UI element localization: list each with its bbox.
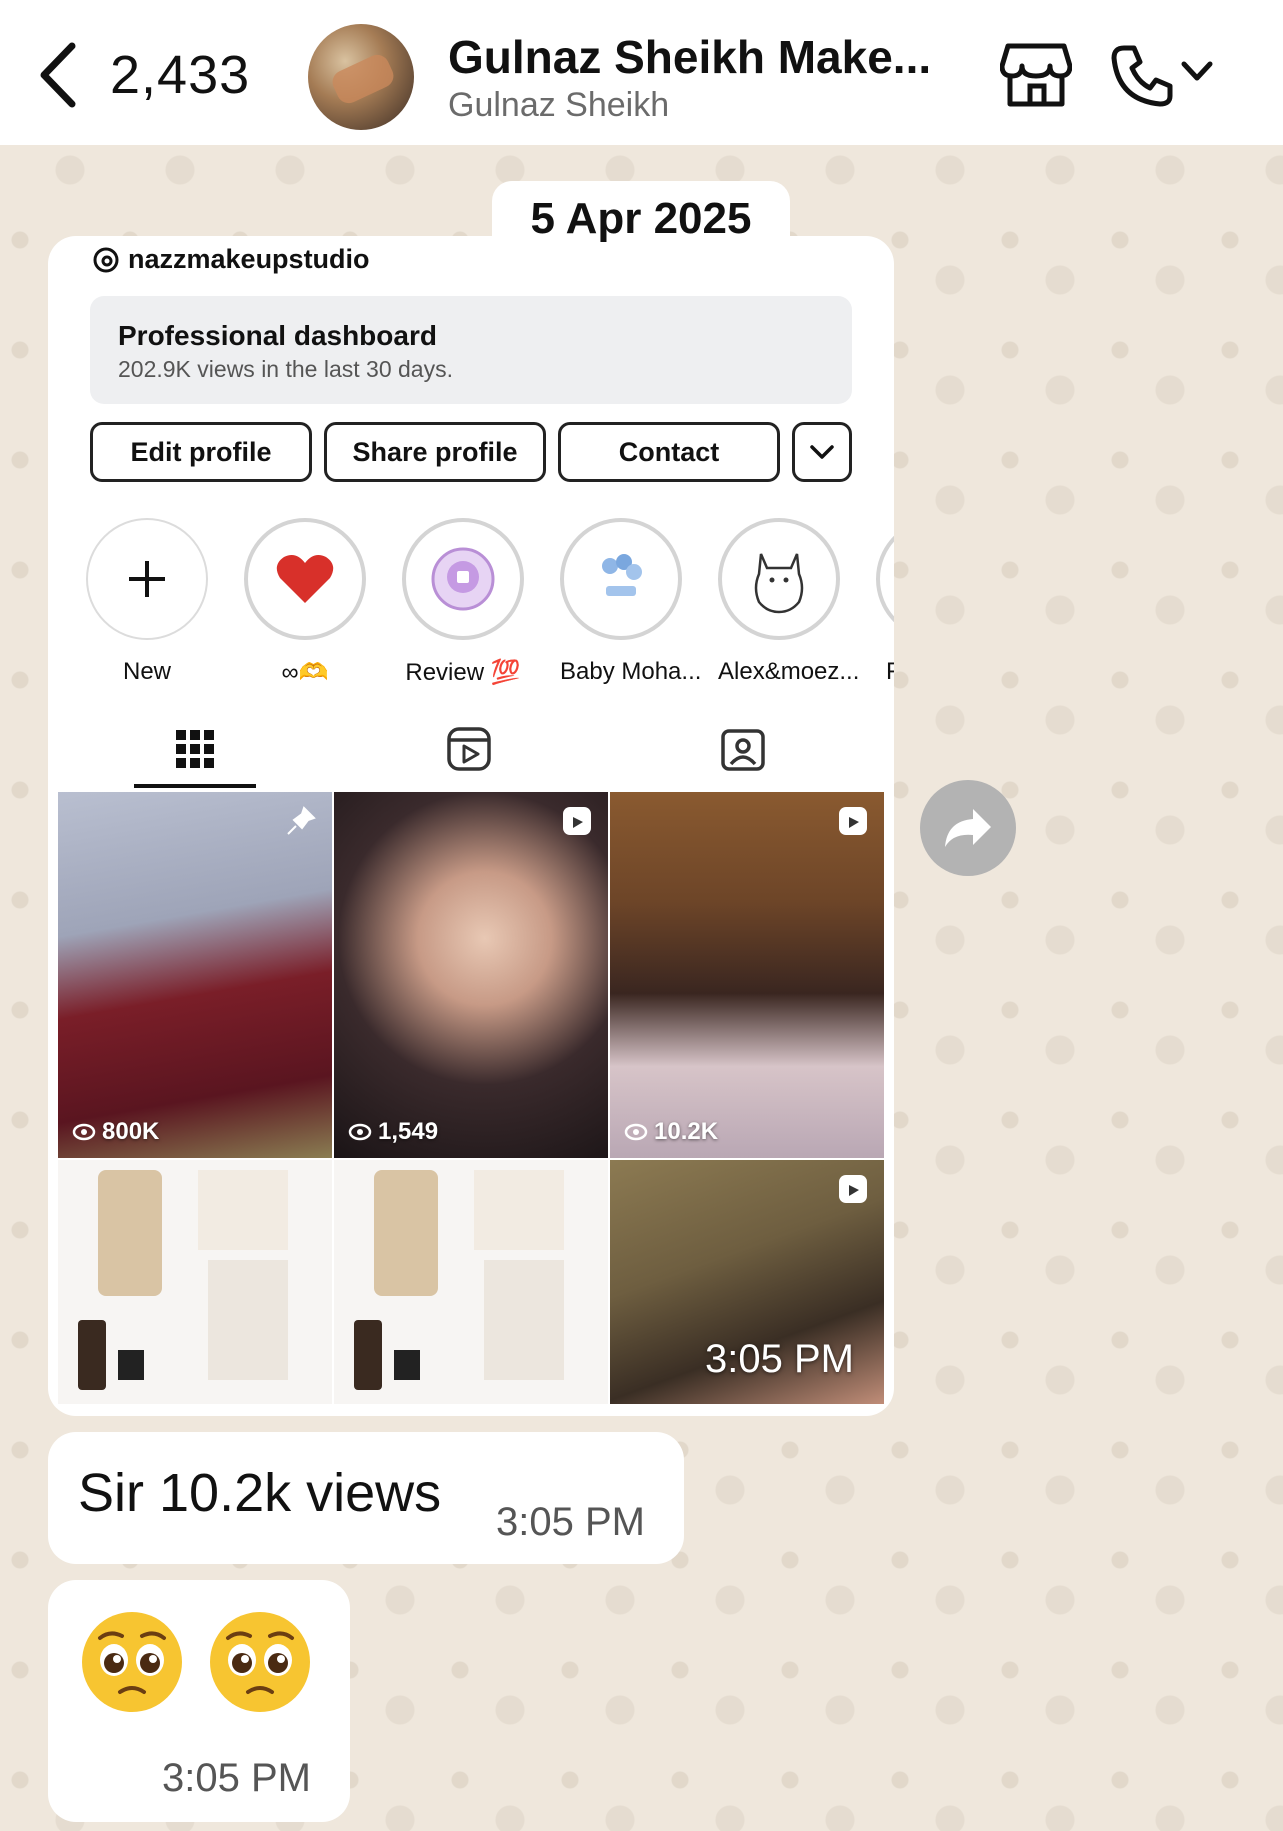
message-time: 3:05 PM [496,1500,645,1544]
chevron-down-icon[interactable] [1180,58,1214,86]
recommend-badge-icon [431,547,495,611]
message-time: 3:05 PM [162,1756,311,1800]
chat-header: 2,433 Gulnaz Sheikh Make... Gulnaz Sheik… [0,0,1283,145]
profile-tabs [48,718,894,788]
reel-badge-icon [839,1175,867,1203]
highlight-label: Alex&moez... [718,658,860,685]
post-tile-portrait: 1,549 [334,792,608,1158]
chat-title[interactable]: Gulnaz Sheikh Make... [448,30,931,84]
dashboard-subtitle: 202.9K views in the last 30 days. [118,356,453,382]
back-chevron-icon[interactable] [34,40,84,110]
phone-icon[interactable] [1110,42,1176,108]
grid-icon [176,730,214,768]
tagged-icon [721,729,765,771]
highlight-label: F( [886,658,894,685]
highlight-new: New [86,518,208,686]
professional-dashboard-card: Professional dashboard 202.9K views in t… [90,296,852,404]
post-tile-foundation-2 [334,1160,608,1404]
balloons-icon [602,554,642,596]
image-timestamp: 3:05 PM [705,1337,854,1381]
view-count: 10.2K [624,1118,718,1146]
share-profile-button: Share profile [324,422,546,482]
reels-icon [447,727,491,771]
cat-icon [754,553,804,614]
post-tile-foundation-1 [58,1160,332,1404]
threads-icon [93,247,119,272]
plus-icon [129,561,165,597]
post-tile-bridal-look: 3:05 PM [610,1160,884,1404]
view-count: 800K [72,1118,159,1146]
more-dropdown-button [792,422,852,482]
active-tab-indicator [134,784,256,788]
forward-button[interactable] [920,780,1016,876]
chat-subtitle[interactable]: Gulnaz Sheikh [448,86,669,125]
highlight-label: Baby Moha... [560,658,702,685]
highlight-heart: ∞🫶 [244,518,366,687]
store-icon[interactable] [1000,42,1072,108]
image-message-bubble[interactable]: nazzmakeupstudio Professional dashboard … [48,236,894,1416]
forward-arrow-icon [945,809,991,847]
pin-icon [287,806,316,835]
play-count-icon [624,1123,648,1141]
message-text: Sir 10.2k views [78,1463,442,1523]
highlight-partial: F( [876,518,894,686]
reel-badge-icon [839,807,867,835]
emoji-message-bubble[interactable]: 3:05 PM [48,1580,350,1822]
edit-profile-button: Edit profile [90,422,312,482]
highlight-label: ∞🫶 [281,659,329,686]
unread-count[interactable]: 2,433 [110,44,250,106]
play-count-icon [348,1123,372,1141]
post-tile-tutorial: 10.2K [610,792,884,1158]
eye-icon [72,1123,96,1141]
highlight-baby: Baby Moha... [560,518,702,686]
highlight-label: Review 💯 [405,659,521,686]
pleading-face-emoji-icon [82,1612,182,1712]
post-tile-bride: 800K [58,792,332,1158]
contact-button: Contact [558,422,780,482]
highlight-label: New [122,658,171,685]
ig-username-row: nazzmakeupstudio [92,244,370,275]
highlight-review: Review 💯 [402,518,524,687]
ig-username: nazzmakeupstudio [128,244,370,274]
pleading-face-emoji-icon [210,1612,310,1712]
date-divider: 5 Apr 2025 [492,181,790,256]
chevron-down-icon [810,445,834,459]
heart-icon [276,555,334,603]
reel-badge-icon [563,807,591,835]
message-bubble[interactable]: Sir 10.2k views 3:05 PM [48,1432,684,1564]
view-count: 1,549 [348,1118,438,1146]
contact-avatar[interactable] [308,24,414,130]
dashboard-title: Professional dashboard [118,320,437,351]
highlight-cat: Alex&moez... [718,518,860,686]
